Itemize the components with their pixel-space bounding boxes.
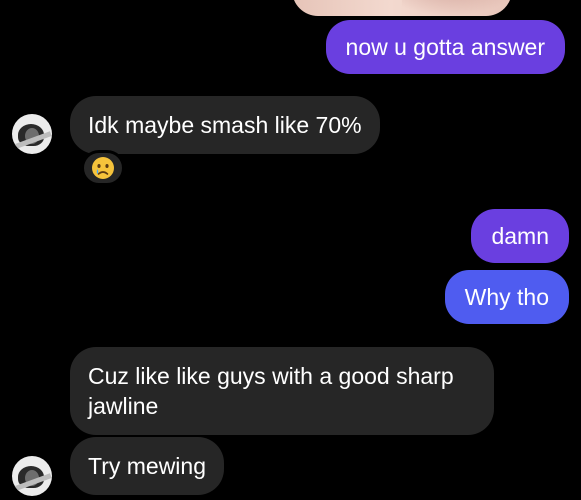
message-text: now u gotta answer <box>345 34 545 60</box>
contact-avatar[interactable] <box>12 114 52 154</box>
message-bubble-incoming[interactable]: Try mewing <box>70 437 224 495</box>
shared-photo-message[interactable] <box>292 0 512 16</box>
message-thread: now u gotta answer Idk maybe smash like … <box>0 0 581 500</box>
message-text: Try mewing <box>88 453 206 479</box>
message-text: Why tho <box>464 284 549 310</box>
message-bubble-outgoing[interactable]: Why tho <box>444 270 569 324</box>
message-reaction[interactable] <box>81 150 125 186</box>
message-bubble-outgoing[interactable]: damn <box>471 209 569 263</box>
crying-face-emoji-icon <box>92 157 114 179</box>
message-text: Cuz like like guys with a good sharp jaw… <box>88 363 454 419</box>
message-bubble-incoming[interactable]: Idk maybe smash like 70% <box>70 96 380 154</box>
message-bubble-incoming[interactable]: Cuz like like guys with a good sharp jaw… <box>70 347 494 435</box>
photo-content <box>402 0 512 16</box>
message-text: damn <box>491 223 549 249</box>
message-text: Idk maybe smash like 70% <box>88 112 362 138</box>
message-bubble-outgoing[interactable]: now u gotta answer <box>325 20 565 74</box>
contact-avatar[interactable] <box>12 456 52 496</box>
